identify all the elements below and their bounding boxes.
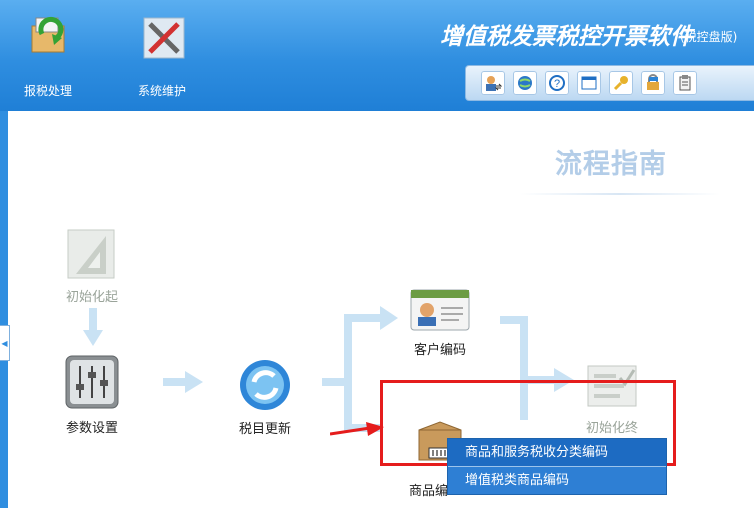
tax-folder-icon [31, 16, 65, 53]
tax-update-label: 税目更新 [238, 422, 291, 437]
sidebar-collapse-handle[interactable]: ◀ [0, 325, 10, 361]
user-switch-icon[interactable] [481, 71, 505, 95]
app-title: 增值税发票税控开票软件 [440, 24, 693, 50]
help-icon[interactable]: ? [545, 71, 569, 95]
equalizer-icon [65, 355, 119, 409]
product-code-label: 商品编 [409, 484, 449, 499]
refresh-icon [240, 360, 290, 410]
lock-icon[interactable] [641, 71, 665, 95]
guide-title-divider [520, 193, 720, 195]
right-arrow-1 [163, 371, 203, 393]
tax-processing-button[interactable]: 报税处理 [8, 10, 88, 100]
down-arrow [83, 308, 103, 346]
svg-text:?: ? [554, 78, 560, 90]
context-menu: 商品和服务税收分类编码 增值税类商品编码 [447, 438, 667, 495]
params-node[interactable]: 参数设置 [64, 354, 120, 436]
top-toolbar: 报税处理 系统维护 增值税发票税控开票软件 (税控盘版) ? [0, 0, 754, 111]
menu-item-service-tax-code[interactable]: 商品和服务税收分类编码 [448, 439, 666, 467]
menu-item-vat-product-code[interactable]: 增值税类商品编码 [448, 467, 666, 494]
customer-code-label: 客户编码 [413, 343, 466, 358]
contact-card-icon [410, 289, 470, 331]
icon-toolbar: ? [465, 65, 754, 101]
red-pointer-arrow [330, 422, 384, 436]
clipboard-icon[interactable] [673, 71, 697, 95]
key-icon[interactable] [609, 71, 633, 95]
globe-icon[interactable] [513, 71, 537, 95]
system-maintenance-button[interactable]: 系统维护 [122, 10, 202, 100]
tools-icon [143, 17, 185, 59]
init-start-node[interactable]: 初始化起 [66, 228, 118, 305]
tax-update-node[interactable]: 税目更新 [238, 358, 292, 437]
system-maintenance-label: 系统维护 [137, 84, 186, 98]
guide-title: 流程指南 [555, 149, 667, 180]
tax-processing-label: 报税处理 [23, 84, 72, 98]
window-icon[interactable] [577, 71, 601, 95]
init-start-label: 初始化起 [65, 290, 118, 305]
left-rail [0, 111, 8, 508]
customer-code-node[interactable]: 客户编码 [409, 284, 471, 358]
params-label: 参数设置 [65, 421, 118, 436]
ruler-icon [67, 229, 115, 279]
app-subtitle: (税控盘版) [680, 30, 738, 44]
